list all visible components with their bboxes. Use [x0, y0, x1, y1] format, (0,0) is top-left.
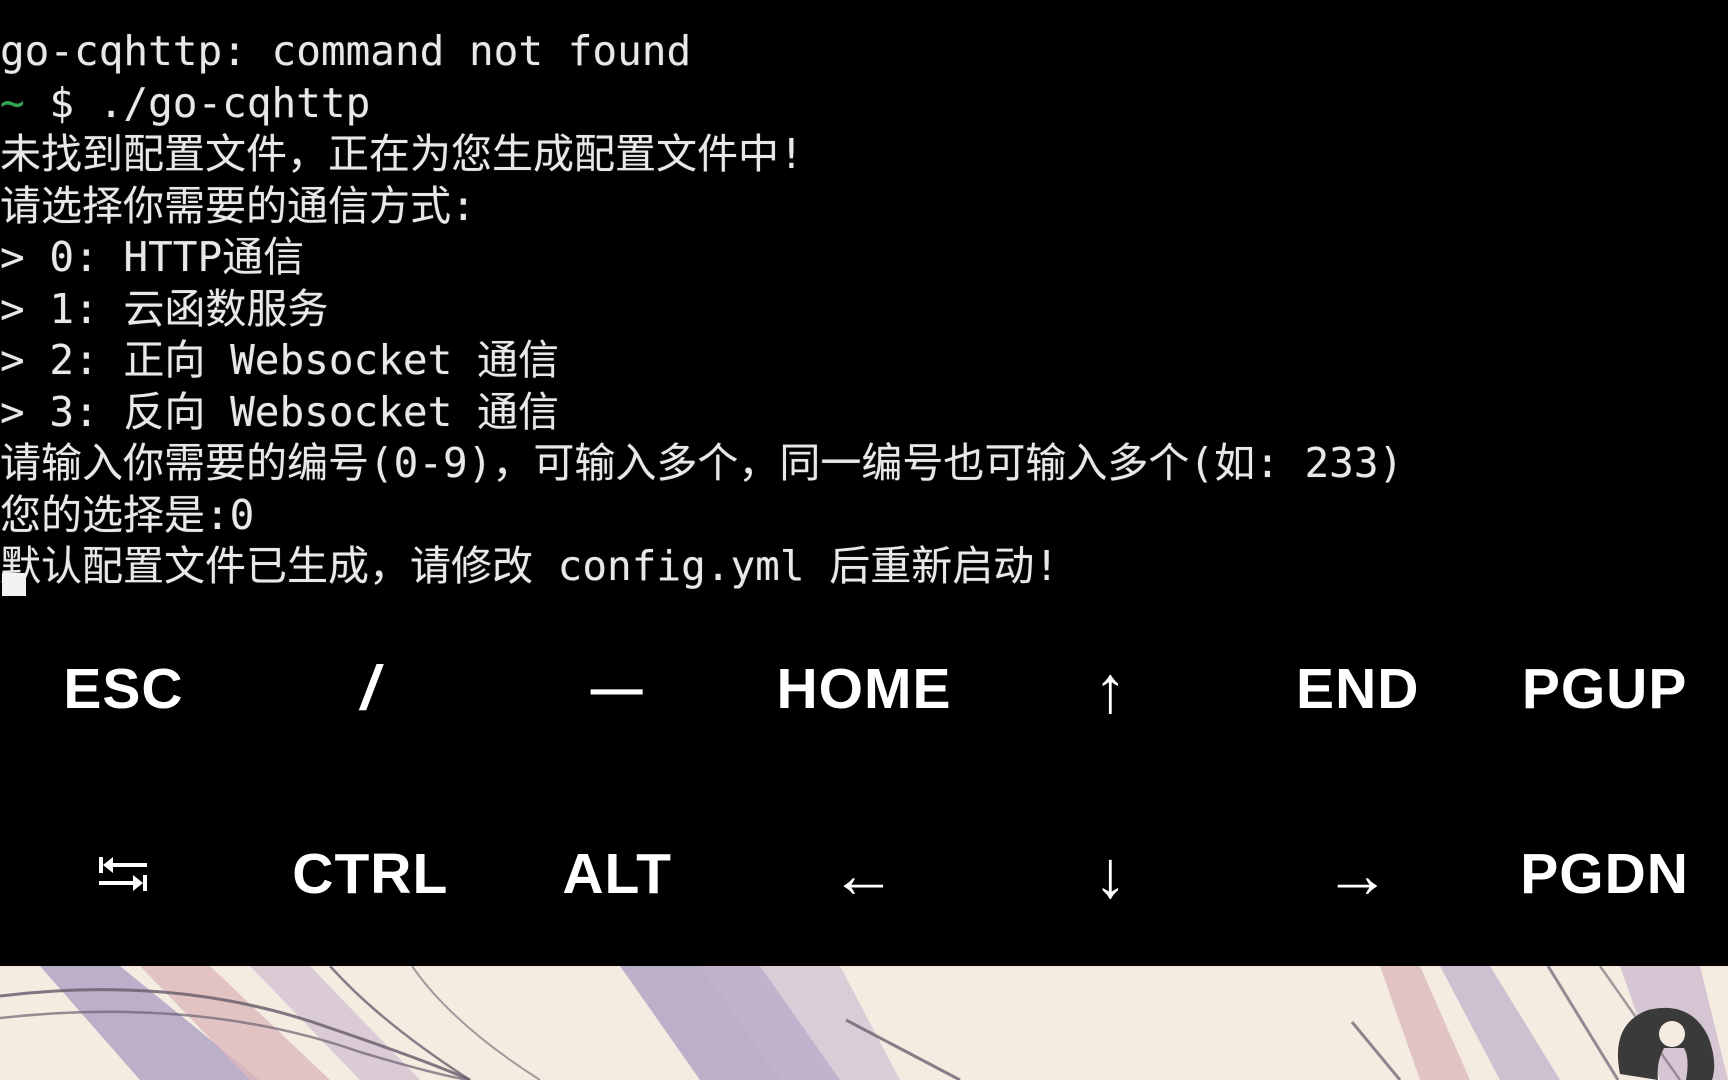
- wallpaper-art: [0, 966, 1728, 1080]
- terminal-line-choose-mode: 请选择你需要的通信方式:: [0, 181, 476, 230]
- key-end[interactable]: END: [1234, 596, 1481, 781]
- key-esc[interactable]: ESC: [0, 596, 247, 781]
- wallpaper-image: [0, 966, 1728, 1080]
- terminal-line-command-not-found: go-cqhttp: command not found: [0, 27, 692, 75]
- terminal-line-no-config: 未找到配置文件，正在为您生成配置文件中!: [0, 130, 804, 178]
- extra-keys-row-2: CTRL ALT ← ↓ → PGDN: [0, 781, 1728, 966]
- key-arrow-left-icon[interactable]: ←: [741, 781, 988, 966]
- prompt-space-2: [74, 79, 99, 127]
- terminal-option-1: > 1: 云函数服务: [0, 284, 329, 333]
- terminal-command-text: ./go-cqhttp: [98, 78, 371, 127]
- extra-keys-row-1: ESC / — HOME ↑ END PGUP: [0, 596, 1728, 781]
- key-pgdn[interactable]: PGDN: [1481, 781, 1728, 966]
- key-home[interactable]: HOME: [741, 596, 988, 781]
- terminal-line-config-generated: 默认配置文件已生成，请修改 config.yml 后重新启动!: [0, 542, 1059, 590]
- terminal-option-0: > 0: HTTP通信: [0, 233, 305, 281]
- key-arrow-up-icon[interactable]: ↑: [987, 596, 1234, 781]
- key-pgup[interactable]: PGUP: [1481, 596, 1728, 781]
- tab-icon: [99, 856, 148, 891]
- terminal-line-prompt-run: ~ $ ./go-cqhttp: [0, 78, 1728, 130]
- terminal-line-input-hint: 请输入你需要的编号(0-9)，可输入多个，同一编号也可输入多个(如: 233): [0, 439, 1404, 487]
- key-alt[interactable]: ALT: [494, 781, 741, 966]
- terminal-option-2: > 2: 正向 Websocket 通信: [0, 336, 559, 384]
- key-arrow-down-icon[interactable]: ↓: [987, 781, 1234, 966]
- key-arrow-right-icon[interactable]: →: [1234, 781, 1481, 966]
- terminal-output[interactable]: go-cqhttp: command not found ~ $ ./go-cq…: [0, 0, 1728, 593]
- key-ctrl[interactable]: CTRL: [247, 781, 494, 966]
- key-slash[interactable]: /: [247, 596, 494, 781]
- extra-keys-toolbar[interactable]: ESC / — HOME ↑ END PGUP CTRL ALT ← ↓ → P…: [0, 596, 1728, 966]
- key-dash[interactable]: —: [494, 596, 741, 781]
- prompt-dollar: $: [49, 78, 75, 127]
- prompt-tilde: ~: [0, 78, 25, 127]
- terminal-line-your-choice: 您的选择是:0: [0, 490, 255, 539]
- terminal-option-3: > 3: 反向 Websocket 通信: [0, 387, 559, 436]
- key-tab[interactable]: [0, 781, 247, 966]
- terminal-line-clipped: [0, 0, 1728, 26]
- terminal-screen: go-cqhttp: command not found ~ $ ./go-cq…: [0, 0, 1728, 1080]
